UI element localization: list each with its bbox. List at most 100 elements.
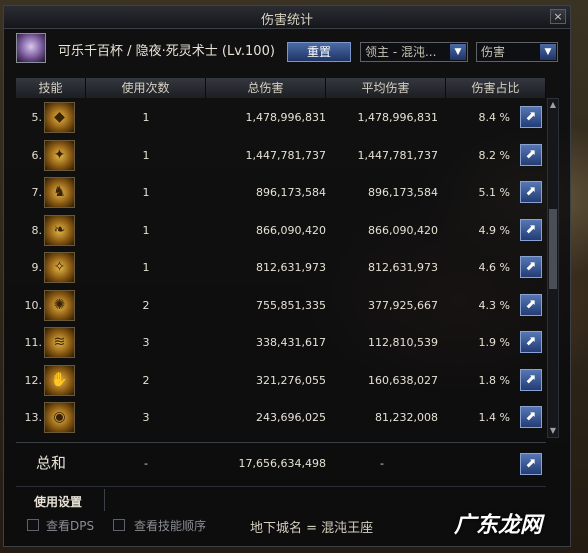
divider [104,489,105,511]
row-damage-share: 4.9 % [478,223,510,237]
header-pct[interactable]: 伤害占比 [446,78,546,98]
table-header: 技能 使用次数 总伤害 平均伤害 伤害占比 [16,78,546,98]
share-icon[interactable]: ⬈ [520,368,542,391]
share-icon[interactable]: ⬈ [520,453,542,475]
row-total-damage: 755,851,335 [256,298,326,312]
row-rank: 13. [24,411,43,424]
table-row: 10. ✺ 2 755,851,335 377,925,667 4.3 % ⬈ [16,287,546,324]
row-uses: 2 [142,373,150,387]
table-row: 6. ✦ 1 1,447,781,737 1,447,781,737 8.2 % ⬈ [16,137,546,174]
share-icon[interactable]: ⬈ [520,106,542,128]
settings-tab[interactable]: 使用设置 [34,493,82,510]
row-total-damage: 896,173,584 [256,186,326,199]
row-rank: 11. [24,336,43,349]
row-total-damage: 812,631,973 [256,261,326,274]
row-avg-damage: 1,447,781,737 [357,148,438,162]
golden-hand-icon: ✋ [44,364,75,396]
metric-dropdown[interactable]: 伤害 ▼ [476,42,558,62]
share-icon[interactable]: ⬈ [520,181,542,203]
metric-dropdown-value: 伤害 [481,45,506,59]
table-row: 7. ♞ 1 896,173,584 896,173,584 5.1 % ⬈ [16,174,546,211]
row-rank: 8. [31,223,43,237]
table-row: 9. ✧ 1 812,631,973 812,631,973 4.6 % ⬈ [16,249,546,286]
target-dropdown[interactable]: 领主 - 混沌... ▼ [360,42,468,62]
dungeon-name: 地下城名 = 混沌王座 [250,521,374,536]
row-damage-share: 1.9 % [478,336,510,349]
table-row: 11. ≋ 3 338,431,617 112,810,539 1.9 % ⬈ [16,324,546,361]
table-scrollbar[interactable]: ▲ ▼ [547,98,559,438]
row-rank: 7. [31,186,43,199]
character-name: 可乐千百杯 / 隐夜·死灵术士 (Lv.100) [58,44,275,59]
row-uses: 1 [142,261,150,274]
row-total-damage: 321,276,055 [256,373,326,387]
golden-mask-icon: ◆ [44,102,75,133]
golden-slash-icon: ≋ [44,327,75,358]
row-uses: 3 [142,336,150,349]
golden-wing-icon: ❧ [44,214,75,246]
row-avg-damage: 866,090,420 [368,223,438,237]
reset-button[interactable]: 重置 [287,42,351,62]
chevron-down-icon[interactable]: ▼ [540,44,556,60]
row-damage-share: 1.8 % [478,373,510,387]
golden-burst-icon: ✺ [44,289,75,321]
row-uses: 1 [142,186,150,199]
row-damage-share: 4.3 % [478,298,510,312]
title-bar[interactable]: 伤害统计 × [4,6,570,29]
row-avg-damage: 81,232,008 [375,411,438,424]
scroll-thumb[interactable] [549,209,557,289]
share-icon[interactable]: ⬈ [520,143,542,166]
view-skill-order-label[interactable]: 查看技能顺序 [134,517,206,534]
share-icon[interactable]: ⬈ [520,331,542,353]
row-avg-damage: 160,638,027 [368,373,438,387]
table-row: 8. ❧ 1 866,090,420 866,090,420 4.9 % ⬈ [16,212,546,249]
share-icon[interactable]: ⬈ [520,256,542,278]
golden-knight-icon: ♞ [44,177,75,208]
share-icon[interactable]: ⬈ [520,406,542,428]
divider [16,442,546,443]
summary-label: 总和 [36,454,67,472]
view-dps-label[interactable]: 查看DPS [46,517,94,534]
row-total-damage: 243,696,025 [256,411,326,424]
row-rank: 6. [31,148,43,162]
row-total-damage: 338,431,617 [256,336,326,349]
row-uses: 1 [142,148,150,162]
table-row: 13. ◉ 3 243,696,025 81,232,008 1.4 % ⬈ [16,399,546,436]
row-rank: 12. [24,373,43,387]
view-skill-order-checkbox[interactable] [113,519,125,531]
row-uses: 2 [142,298,150,312]
scroll-up-icon[interactable]: ▲ [548,99,558,111]
row-avg-damage: 812,631,973 [368,261,438,274]
header-skill[interactable]: 技能 [16,78,86,98]
row-total-damage: 866,090,420 [256,223,326,237]
window-title: 伤害统计 [260,13,313,28]
chevron-down-icon[interactable]: ▼ [450,44,466,60]
table-row: 5. ◆ 1 1,478,996,831 1,478,996,831 8.4 % ⬈ [16,99,546,136]
watermark: 广东龙网 [454,513,543,538]
row-damage-share: 5.1 % [478,186,510,199]
summary-total: 17,656,634,498 [238,457,326,470]
row-uses: 1 [142,223,150,237]
header-total[interactable]: 总伤害 [206,78,326,98]
character-row: 可乐千百杯 / 隐夜·死灵术士 (Lv.100) 重置 领主 - 混沌... ▼… [16,33,562,63]
share-icon[interactable]: ⬈ [520,293,542,316]
row-rank: 10. [24,298,43,312]
row-avg-damage: 896,173,584 [368,186,438,199]
table-row: 12. ✋ 2 321,276,055 160,638,027 1.8 % ⬈ [16,362,546,399]
summary-avg: - [380,457,384,470]
row-damage-share: 4.6 % [478,261,510,274]
header-avg[interactable]: 平均伤害 [326,78,446,98]
row-total-damage: 1,478,996,831 [245,111,326,124]
scroll-down-icon[interactable]: ▼ [548,425,558,437]
header-uses[interactable]: 使用次数 [86,78,206,98]
row-rank: 5. [31,111,43,124]
row-damage-share: 8.2 % [478,148,510,162]
view-dps-checkbox[interactable] [27,519,39,531]
summary-uses: - [144,457,148,470]
row-avg-damage: 112,810,539 [368,336,438,349]
golden-eye-icon: ◉ [44,402,75,433]
summary-row: 总和 - 17,656,634,498 - ⬈ [16,448,546,480]
row-rank: 9. [31,261,43,274]
share-icon[interactable]: ⬈ [520,218,542,241]
close-button[interactable]: × [550,9,566,24]
row-uses: 1 [142,111,150,124]
